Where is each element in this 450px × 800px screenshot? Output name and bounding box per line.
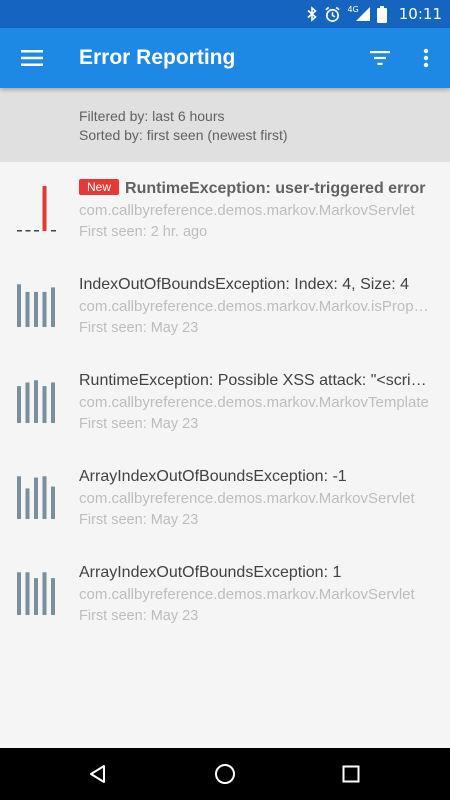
- occurrence-sparkline: [17, 284, 55, 327]
- error-list-item[interactable]: ArrayIndexOutOfBoundsException: -1 com.c…: [0, 450, 450, 546]
- error-list-item[interactable]: RuntimeException: Possible XSS attack: "…: [0, 354, 450, 450]
- first-seen-text: First seen: May 23: [79, 608, 199, 624]
- bluetooth-icon: [306, 6, 318, 22]
- sparkline-bar: [51, 578, 55, 615]
- error-class-name: com.callbyreference.demos.markov.MarkovS…: [79, 586, 415, 603]
- sparkline-bar: [42, 186, 47, 231]
- filter-icon: [370, 51, 390, 65]
- sparkline-zero-tick: [51, 230, 56, 232]
- sparkline-zero-tick: [17, 230, 22, 232]
- sparkline-bar: [34, 380, 38, 423]
- sparkline-bar: [25, 291, 30, 327]
- error-title: IndexOutOfBoundsException: Index: 4, Siz…: [79, 276, 409, 293]
- error-list-item[interactable]: New RuntimeException: user-triggered erro…: [0, 162, 450, 258]
- first-seen-text: First seen: May 23: [79, 512, 199, 528]
- alarm-icon: [324, 6, 341, 23]
- sparkline-bar: [42, 291, 47, 327]
- sparkline-bar: [17, 386, 21, 423]
- recents-icon: [342, 765, 360, 783]
- sparkline-zero-tick: [25, 230, 31, 232]
- menu-icon: [21, 50, 43, 66]
- sorted-by-text: Sorted by: first seen (newest first): [79, 127, 288, 143]
- error-title: ArrayIndexOutOfBoundsException: -1: [79, 468, 347, 485]
- status-time: 10:11: [398, 5, 442, 23]
- error-title: RuntimeException: Possible XSS attack: "…: [79, 372, 435, 389]
- occurrence-sparkline: [17, 476, 55, 519]
- sparkline-bar: [17, 284, 21, 327]
- error-list-item[interactable]: IndexOutOfBoundsException: Index: 4, Siz…: [0, 258, 450, 354]
- occurrence-sparkline: [17, 572, 55, 615]
- sparkline-zero-tick: [34, 230, 39, 232]
- first-seen-text: First seen: May 23: [79, 416, 199, 432]
- back-button[interactable]: [68, 750, 128, 798]
- sparkline-bar: [17, 572, 21, 615]
- sparkline-bar: [25, 572, 30, 615]
- signal-icon: 4G: [347, 4, 370, 22]
- home-icon: [215, 764, 235, 784]
- first-seen-text: First seen: 2 hr. ago: [79, 224, 208, 240]
- sparkline-bar: [51, 486, 55, 519]
- error-list: New RuntimeException: user-triggered erro…: [0, 162, 450, 642]
- menu-button[interactable]: [8, 34, 56, 82]
- sparkline-bar: [51, 382, 55, 423]
- sparkline-bar: [42, 572, 47, 615]
- recents-button[interactable]: [321, 750, 381, 798]
- status-icons: 4G 10:11: [306, 0, 442, 28]
- back-icon: [90, 765, 105, 783]
- filtered-by-text: Filtered by: last 6 hours: [79, 108, 225, 124]
- error-class-name: com.callbyreference.demos.markov.Markov.…: [79, 298, 435, 315]
- occurrence-sparkline: [17, 186, 56, 232]
- system-navigation-bar: [0, 748, 450, 800]
- sparkline-bar: [17, 476, 21, 519]
- first-seen-text: First seen: May 23: [79, 320, 199, 336]
- error-list-item[interactable]: ArrayIndexOutOfBoundsException: 1 com.ca…: [0, 546, 450, 642]
- home-button[interactable]: [195, 750, 255, 798]
- overflow-menu-button[interactable]: [402, 34, 450, 82]
- error-class-name: com.callbyreference.demos.markov.MarkovS…: [79, 202, 415, 219]
- sparkline-bar: [42, 386, 47, 423]
- occurrence-sparkline: [17, 380, 55, 423]
- sparkline-bar: [34, 291, 38, 327]
- status-bar: 4G 10:11: [0, 0, 450, 28]
- app-title: Error Reporting: [79, 46, 236, 69]
- sparkline-bar: [25, 488, 30, 519]
- filter-button[interactable]: [356, 34, 404, 82]
- network-type: 4G: [347, 4, 359, 14]
- sparkline-bar: [25, 382, 30, 423]
- overflow-menu-icon: [423, 48, 429, 68]
- battery-icon: [376, 5, 387, 23]
- error-title: ArrayIndexOutOfBoundsException: 1: [79, 564, 342, 581]
- new-badge: New: [79, 179, 120, 195]
- filter-summary-panel: Filtered by: last 6 hours Sorted by: fir…: [0, 88, 450, 162]
- error-class-name: com.callbyreference.demos.markov.MarkovS…: [79, 490, 415, 507]
- sparkline-bar: [34, 477, 38, 519]
- error-title: New RuntimeException: user-triggered erro…: [79, 178, 435, 200]
- sparkline-bar: [51, 287, 55, 327]
- app-bar: Error Reporting: [0, 28, 450, 88]
- sparkline-bar: [42, 476, 47, 519]
- error-class-name: com.callbyreference.demos.markov.MarkovT…: [79, 394, 429, 411]
- sparkline-bar: [34, 578, 38, 615]
- error-title-text: RuntimeException: user-triggered error: [125, 180, 426, 197]
